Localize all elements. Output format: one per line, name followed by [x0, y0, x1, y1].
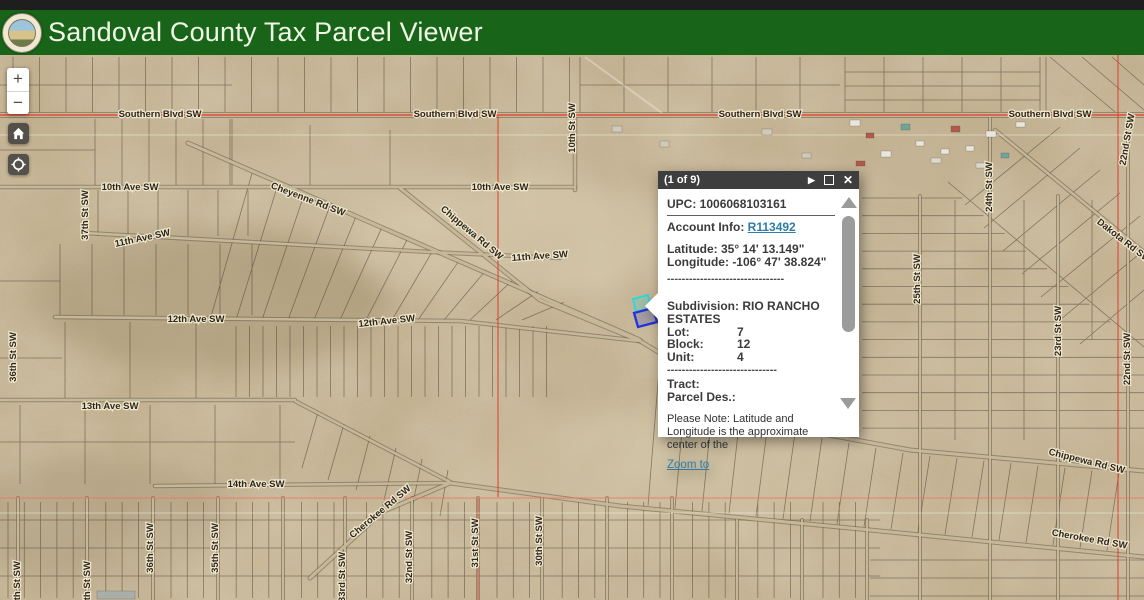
street-label: 37th St SW: [82, 561, 93, 600]
next-result-icon[interactable]: ▶: [808, 176, 815, 185]
street-label: 14th Ave SW: [228, 479, 285, 490]
block-value: 12: [737, 338, 750, 350]
popup-pointer: [645, 293, 658, 319]
note-text: Please Note: Latitude and Longitude is t…: [667, 413, 839, 452]
zoom-to-link[interactable]: Zoom to: [667, 459, 709, 471]
locate-button[interactable]: [8, 154, 29, 175]
scroll-down-icon[interactable]: [840, 398, 856, 409]
home-icon: [11, 126, 26, 141]
separator-line: [667, 215, 835, 216]
app-title: Sandoval County Tax Parcel Viewer: [48, 17, 483, 48]
street-label: 23rd St SW: [1053, 306, 1064, 356]
street-label: 33rd St SW: [337, 552, 348, 600]
popup-scrollbar[interactable]: [839, 192, 858, 434]
longitude-value: Longitude: -106° 47' 38.824": [667, 256, 834, 269]
county-seal-logo: [2, 13, 42, 53]
unit-value: 4: [737, 351, 744, 363]
street-label: 10th Ave SW: [472, 182, 529, 193]
parcel-info-popup: (1 of 9) ▶ ✕ UPC: 1006068103161 Account …: [658, 171, 859, 437]
scroll-up-icon[interactable]: [841, 197, 857, 208]
street-label: 37th St SW: [80, 190, 91, 240]
parcel-des-label: Parcel Des.:: [667, 391, 834, 404]
unit-label: Unit:: [667, 351, 737, 363]
upc-value: UPC: 1006068103161: [667, 198, 834, 211]
unit-row: Unit: 4: [667, 351, 834, 363]
street-label: 38th St SW: [12, 561, 23, 600]
street-label: Southern Blvd SW: [414, 109, 497, 120]
street-label: 24th St SW: [984, 162, 995, 212]
account-info-label: Account Info:: [667, 220, 744, 234]
street-label: Southern Blvd SW: [1009, 109, 1092, 120]
street-label: 10th Ave SW: [102, 182, 159, 193]
close-icon[interactable]: ✕: [843, 174, 853, 186]
subdivision-value: Subdivision: RIO RANCHO ESTATES: [667, 300, 831, 326]
street-label: 25th St SW: [912, 254, 923, 304]
street-label: 13th Ave SW: [82, 401, 139, 412]
scroll-thumb[interactable]: [842, 216, 855, 332]
app-header: Sandoval County Tax Parcel Viewer: [0, 10, 1144, 56]
popup-header[interactable]: (1 of 9) ▶ ✕: [658, 171, 859, 189]
street-label: 22nd St SW: [1122, 333, 1133, 385]
street-label: 36th St SW: [145, 523, 156, 573]
dashed-divider: --------------------------------: [667, 273, 825, 285]
popup-pager: (1 of 9): [664, 174, 700, 186]
street-label: 12th Ave SW: [168, 314, 225, 325]
street-label: 30th St SW: [534, 516, 545, 566]
street-label: 35th St SW: [210, 523, 221, 573]
aerial-parcel-map[interactable]: Southern Blvd SW Southern Blvd SW Southern…: [0, 55, 1144, 600]
street-label: Southern Blvd SW: [719, 109, 802, 120]
block-label: Block:: [667, 338, 737, 350]
account-info-row: Account Info: R113492: [667, 221, 834, 234]
map-canvas[interactable]: Southern Blvd SW Southern Blvd SW Southern…: [0, 55, 1144, 600]
popup-body: UPC: 1006068103161 Account Info: R113492…: [658, 189, 859, 437]
window-top-strip: [0, 0, 1144, 10]
street-label: 31st St SW: [470, 518, 481, 567]
maximize-icon[interactable]: [824, 175, 834, 185]
zoom-control: + −: [7, 68, 29, 114]
crosshair-icon: [11, 157, 26, 172]
county-seal-inner: [8, 19, 36, 47]
zoom-out-button[interactable]: −: [7, 92, 29, 115]
street-label: 36th St SW: [8, 332, 19, 382]
app-window: Sandoval County Tax Parcel Viewer: [0, 0, 1144, 600]
street-label: 32nd St SW: [404, 531, 415, 583]
dashed-divider: ------------------------------: [667, 364, 825, 376]
street-label: 10th St SW: [567, 103, 578, 153]
home-button[interactable]: [8, 123, 29, 144]
street-label: Southern Blvd SW: [119, 109, 202, 120]
zoom-in-button[interactable]: +: [7, 68, 29, 91]
block-row: Block: 12: [667, 338, 834, 350]
account-link[interactable]: R113492: [748, 220, 796, 234]
